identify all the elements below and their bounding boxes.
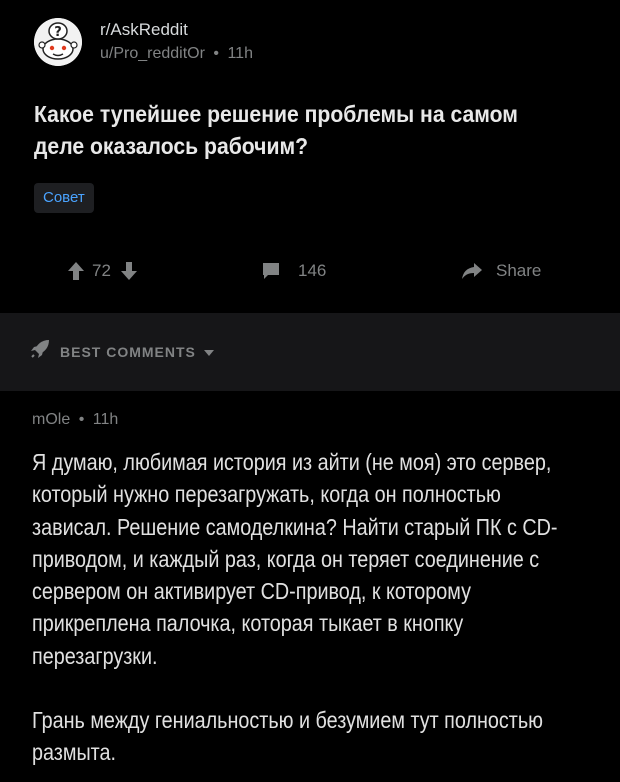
comment-meta: mOle • 11h [32,411,118,429]
post-byline: u/Pro_redditOr • 11h [100,43,253,65]
askreddit-avatar-icon[interactable]: ? [34,18,82,66]
upvote-icon[interactable] [68,262,84,280]
post-flair[interactable]: Совет [34,183,94,213]
share-label: Share [496,261,542,280]
post-card: ? r/AskReddit u/Pro_redditOr • 11h Какое… [0,0,620,313]
comment-separator: • [78,411,85,428]
subreddit-name[interactable]: r/AskReddit [100,19,253,41]
post-actions: 72 146 Share [0,253,620,289]
share-icon [462,263,482,279]
comment-count: 146 [298,261,327,280]
vote-count: 72 [92,261,111,280]
rocket-icon [30,339,50,364]
vote-controls: 72 [68,253,137,289]
comment-paragraph: Я думаю, любимая история из айти (не моя… [32,449,558,669]
comments-button[interactable]: 146 [262,253,326,289]
comment-body: Я думаю, любимая история из айти (не моя… [32,446,582,769]
post-meta: r/AskReddit u/Pro_redditOr • 11h [100,19,253,65]
comment-icon [262,262,280,280]
post-author[interactable]: u/Pro_redditOr [100,45,205,62]
chevron-down-icon [203,343,214,361]
share-button[interactable]: Share [462,253,541,289]
post-age: 11h [227,45,253,62]
comment-sort-dropdown[interactable]: BEST COMMENTS [30,339,214,364]
byline-separator: • [213,45,219,62]
post-title[interactable]: Какое тупейшее решение проблемы на самом… [34,98,549,162]
comment-author[interactable]: mOle [32,411,70,428]
post-header: ? r/AskReddit u/Pro_redditOr • 11h [34,18,253,66]
comment-paragraph: Грань между гениальностью и безумием тут… [32,707,544,766]
svg-text:?: ? [54,25,62,40]
comment-age: 11h [92,411,119,428]
sort-label: BEST COMMENTS [60,343,196,360]
downvote-icon[interactable] [120,262,137,280]
